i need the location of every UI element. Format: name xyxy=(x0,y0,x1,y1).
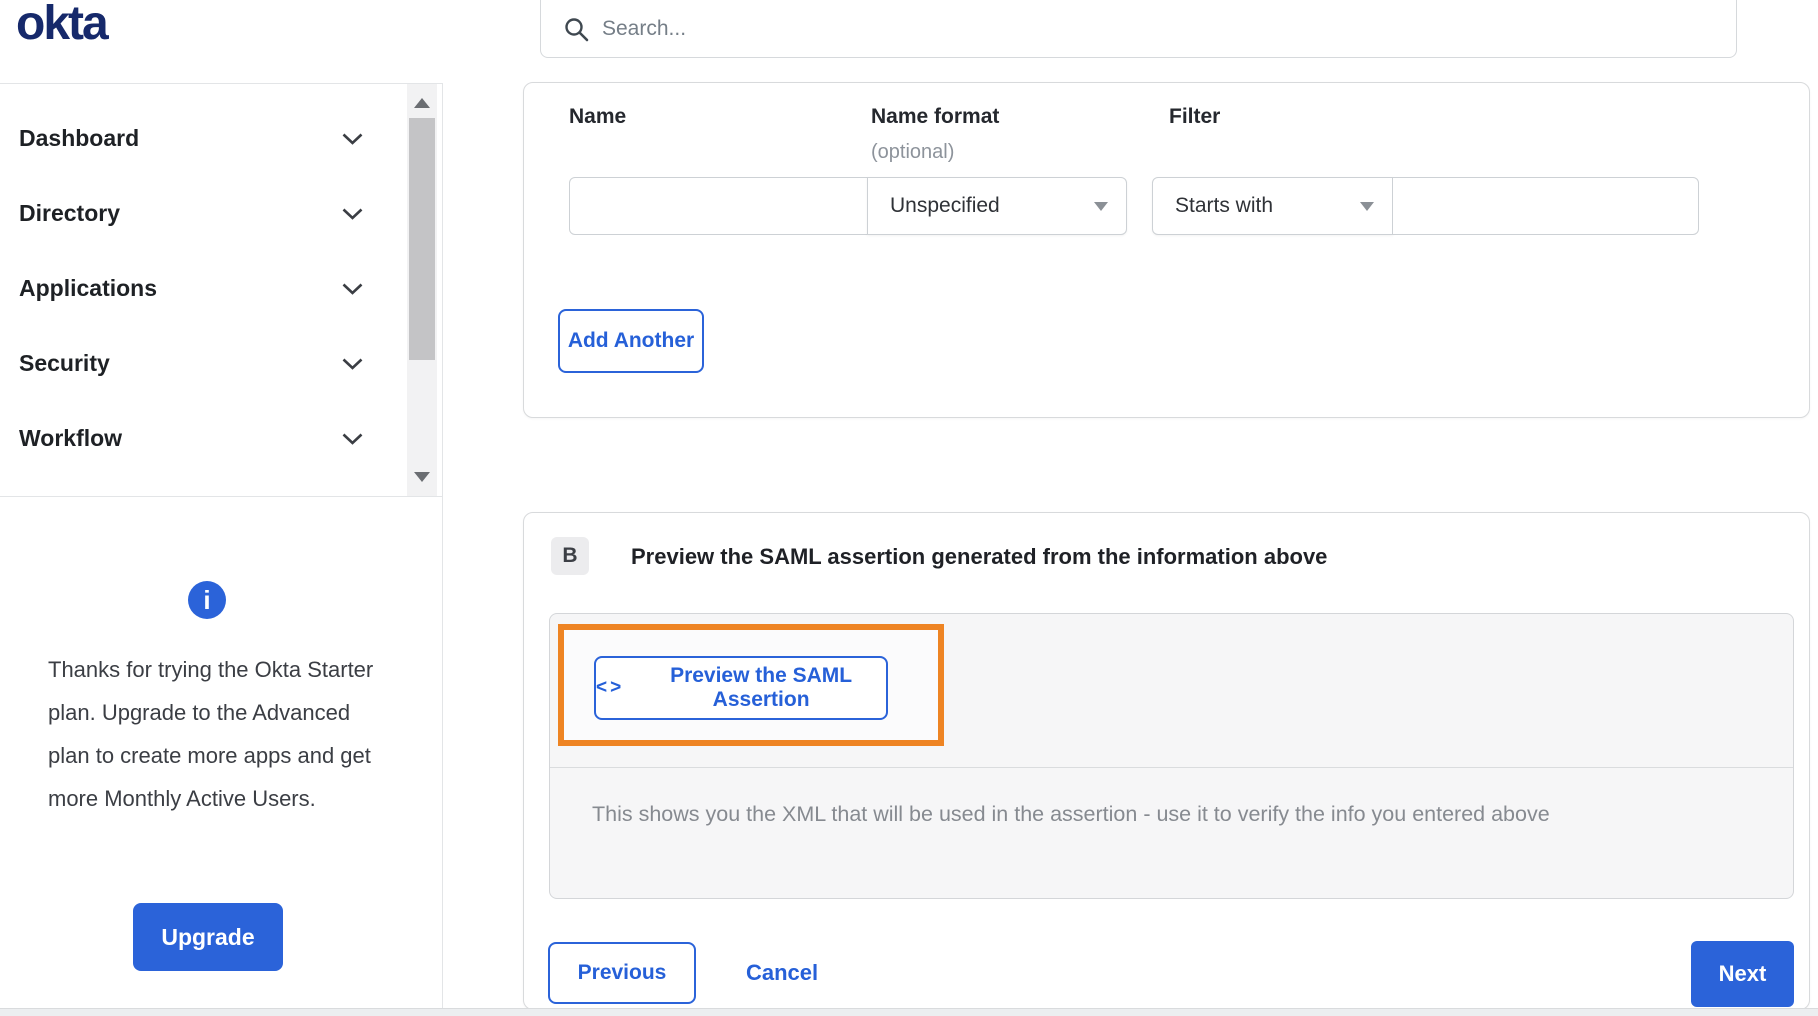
name-format-selected-value: Unspecified xyxy=(890,194,1000,217)
next-button[interactable]: Next xyxy=(1691,941,1794,1007)
sidebar-scrollbar[interactable] xyxy=(407,84,437,496)
scrollbar-thumb[interactable] xyxy=(409,118,435,360)
info-icon: i xyxy=(188,581,226,619)
sidebar-item-label: Workflow xyxy=(19,425,123,451)
add-another-button[interactable]: Add Another xyxy=(558,309,704,373)
name-format-select[interactable]: Unspecified xyxy=(867,177,1127,235)
chevron-down-icon xyxy=(342,433,363,445)
okta-admin-window: okta Dashboard Directory Applications Se… xyxy=(0,0,1818,1016)
filter-column-label: Filter xyxy=(1169,105,1221,128)
sidebar-item-directory[interactable]: Directory xyxy=(0,176,442,251)
caret-down-icon xyxy=(1094,201,1108,211)
filter-operator-select[interactable]: Starts with xyxy=(1152,177,1393,235)
caret-down-icon xyxy=(1360,201,1374,211)
scroll-up-arrow-icon[interactable] xyxy=(414,98,430,108)
upgrade-notice-text: Thanks for trying the Okta Starter plan.… xyxy=(48,657,374,811)
sidebar-item-workflow[interactable]: Workflow xyxy=(0,401,442,476)
filter-operator-selected-value: Starts with xyxy=(1175,194,1274,217)
chevron-down-icon xyxy=(342,133,363,145)
filter-value-input[interactable] xyxy=(1392,177,1699,235)
attribute-name-input[interactable] xyxy=(569,177,868,235)
preview-section-title: Preview the SAML assertion generated fro… xyxy=(631,544,1328,569)
sidebar-item-applications[interactable]: Applications xyxy=(0,251,442,326)
code-icon: <> xyxy=(596,677,625,698)
sidebar-item-label: Applications xyxy=(19,275,158,301)
sidebar-divider xyxy=(442,83,443,1008)
sidebar-item-security[interactable]: Security xyxy=(0,326,442,401)
okta-logo[interactable]: okta xyxy=(16,0,109,51)
upgrade-button[interactable]: Upgrade xyxy=(133,903,283,971)
sidebar-nav: Dashboard Directory Applications Securit… xyxy=(0,83,442,497)
saml-preview-card: B Preview the SAML assertion generated f… xyxy=(523,512,1810,1010)
chevron-down-icon xyxy=(342,358,363,370)
sidebar-item-label: Dashboard xyxy=(19,125,140,151)
preview-description-text: This shows you the XML that will be used… xyxy=(592,802,1550,826)
sidebar-item-dashboard[interactable]: Dashboard xyxy=(0,101,442,176)
chevron-down-icon xyxy=(342,208,363,220)
search-icon xyxy=(565,17,589,41)
saml-preview-panel: <> Preview the SAML Assertion This shows… xyxy=(549,613,1794,899)
bottom-edge-strip xyxy=(0,1008,1818,1016)
global-search-bar[interactable] xyxy=(540,0,1737,58)
attribute-statements-card: Name Name format (optional) Filter Unspe… xyxy=(523,82,1810,418)
sidebar-item-label: Directory xyxy=(19,200,120,226)
scroll-down-arrow-icon[interactable] xyxy=(414,472,430,482)
chevron-down-icon xyxy=(342,283,363,295)
name-column-label: Name xyxy=(569,105,627,128)
previous-button[interactable]: Previous xyxy=(548,942,696,1004)
sidebar-item-label: Security xyxy=(19,350,110,376)
panel-divider xyxy=(550,767,1793,768)
search-input[interactable] xyxy=(602,17,1716,41)
step-b-badge: B xyxy=(551,537,589,575)
preview-saml-assertion-button[interactable]: <> Preview the SAML Assertion xyxy=(594,656,888,720)
name-format-optional-label: (optional) xyxy=(871,141,955,163)
preview-button-label: Preview the SAML Assertion xyxy=(670,664,853,711)
name-format-column-label: Name format xyxy=(871,105,1000,128)
cancel-link[interactable]: Cancel xyxy=(746,942,818,1004)
